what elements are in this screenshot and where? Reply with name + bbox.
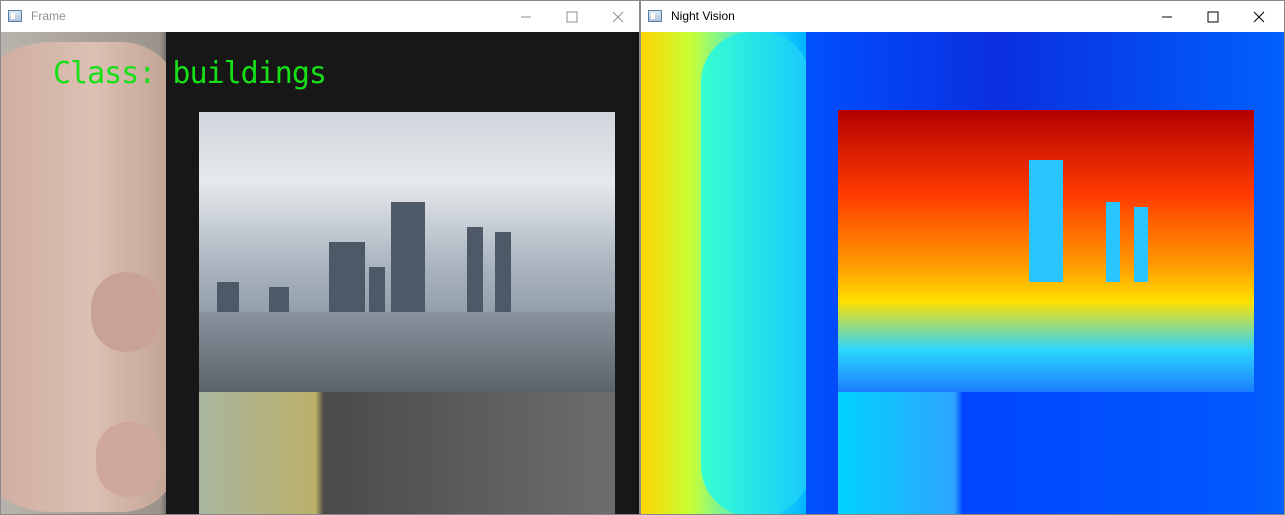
building-shape	[329, 242, 365, 322]
maximize-icon	[566, 11, 578, 22]
camera-frame-view: Class: buildings	[1, 32, 639, 514]
building-shape	[495, 232, 511, 322]
building-shape	[467, 227, 483, 322]
nv-building-shape	[1029, 160, 1063, 282]
city-skyline	[199, 312, 615, 392]
city-photo	[199, 112, 615, 392]
close-button[interactable]	[595, 1, 641, 32]
close-icon	[1253, 11, 1265, 22]
minimize-icon	[521, 16, 531, 17]
minimize-icon	[1162, 16, 1172, 17]
nv-building-shape	[1106, 202, 1120, 282]
finger-image	[96, 422, 161, 497]
night-vision-titlebar[interactable]: Night Vision	[641, 1, 1284, 32]
finger-image	[91, 272, 161, 352]
class-label: Class: buildings	[53, 56, 327, 91]
maximize-button[interactable]	[549, 1, 595, 32]
nv-hand-image	[701, 32, 811, 514]
minimize-button[interactable]	[503, 1, 549, 32]
phone-lower-area	[199, 392, 615, 514]
close-button[interactable]	[1236, 1, 1282, 32]
maximize-icon	[1207, 11, 1219, 22]
minimize-button[interactable]	[1144, 1, 1190, 32]
nv-building-shape	[1134, 207, 1148, 282]
maximize-button[interactable]	[1190, 1, 1236, 32]
close-icon	[612, 11, 624, 22]
window-app-icon	[8, 10, 22, 22]
window-title: Night Vision	[671, 9, 735, 23]
window-app-icon	[648, 10, 662, 22]
night-vision-window: Night Vision	[640, 0, 1285, 515]
night-vision-view	[641, 32, 1284, 514]
nv-phone-lower-area	[838, 392, 1254, 514]
frame-titlebar[interactable]: Frame	[1, 1, 639, 32]
window-title: Frame	[31, 9, 66, 23]
frame-window: Frame Class: buildings	[0, 0, 640, 515]
building-shape	[391, 202, 425, 322]
